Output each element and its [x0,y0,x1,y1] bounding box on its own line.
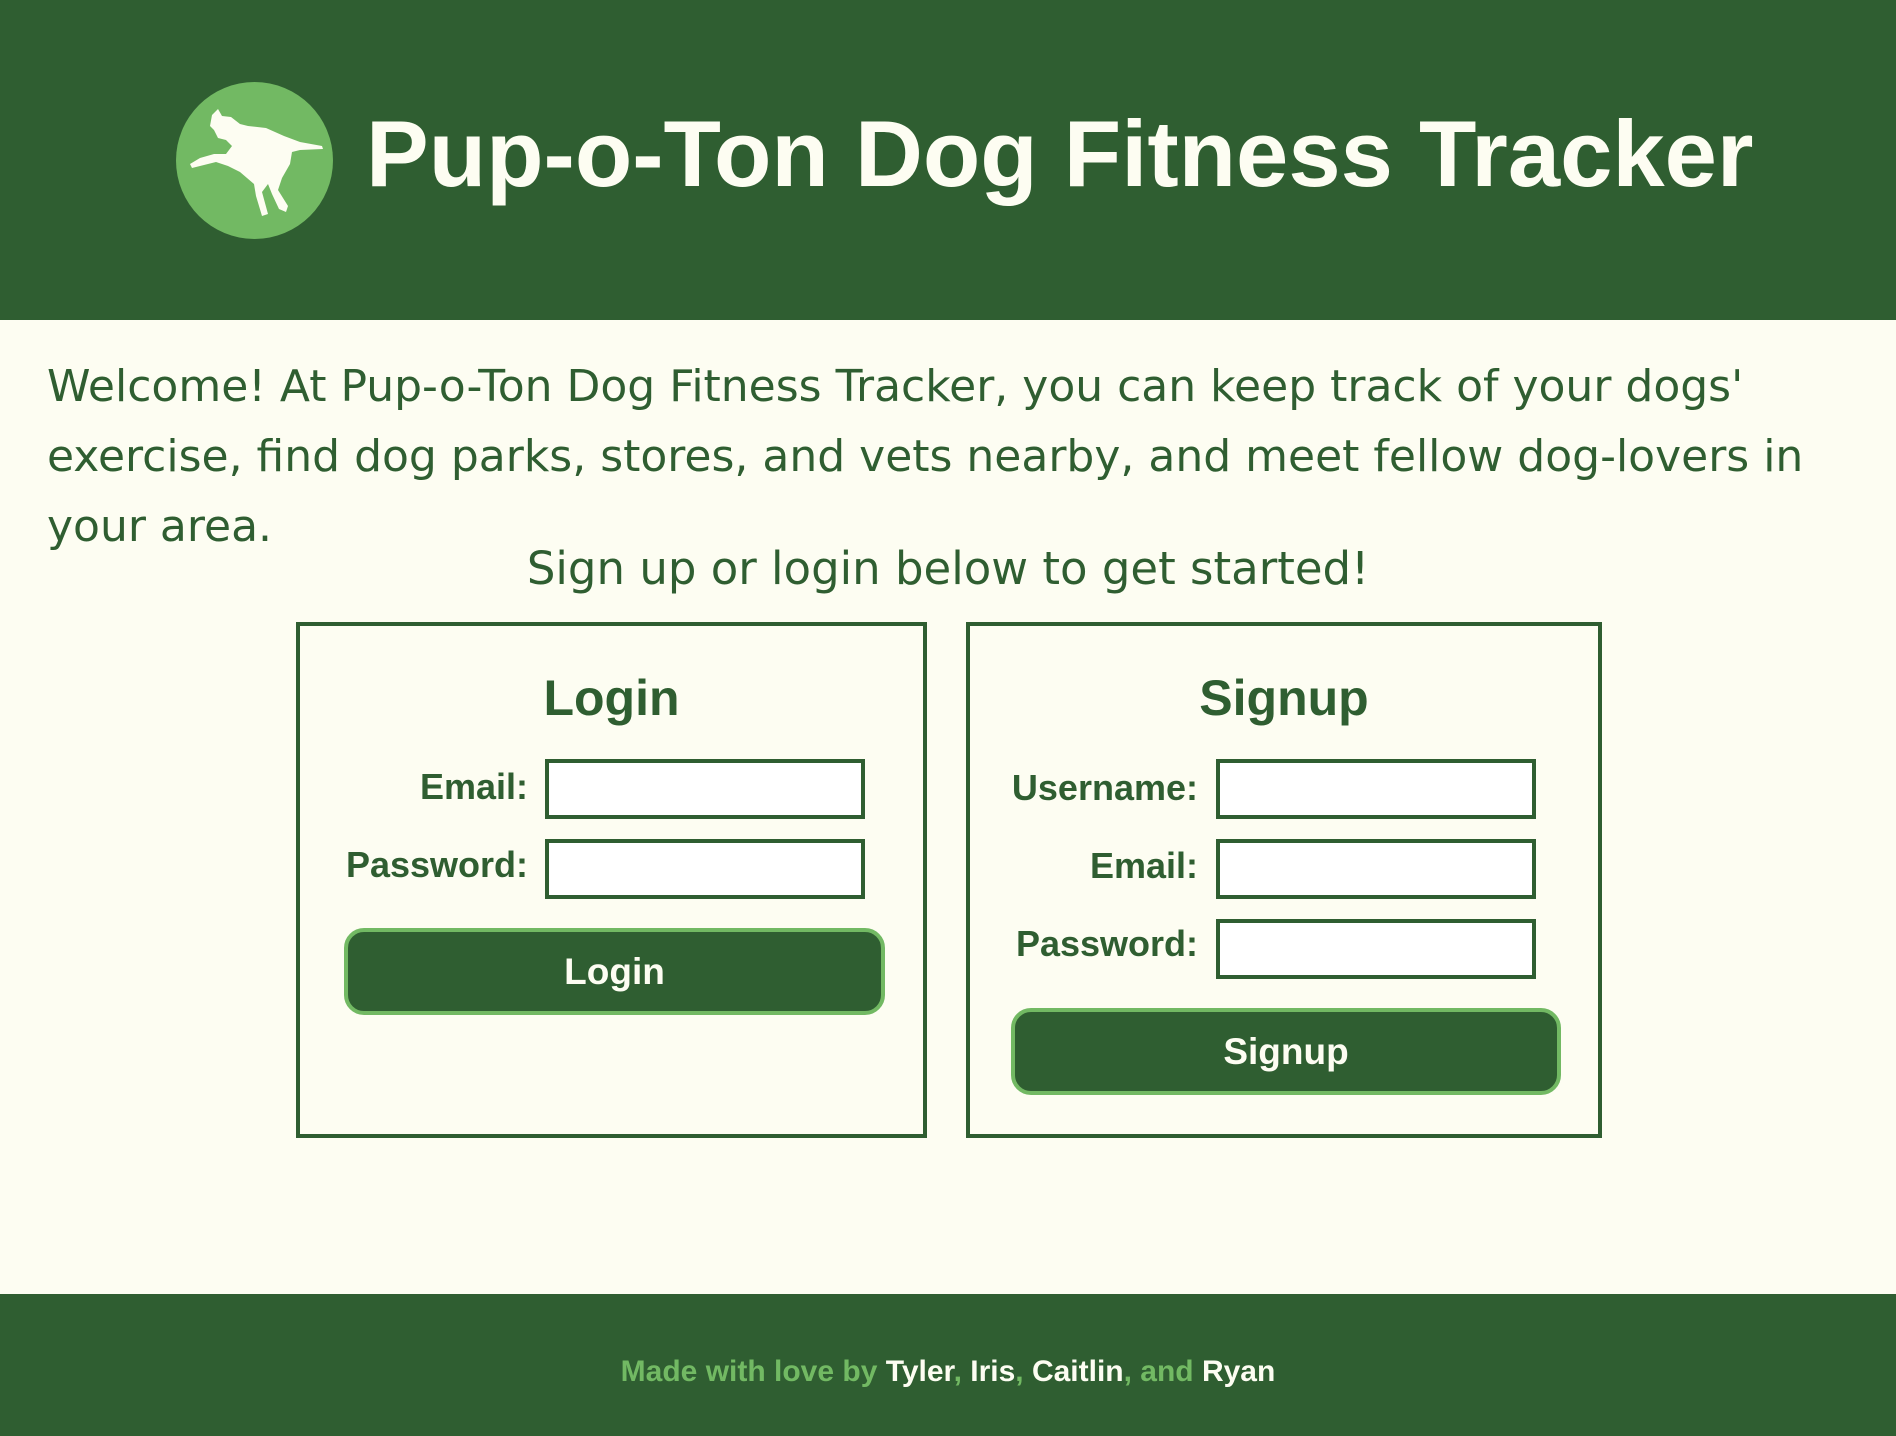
login-password-field[interactable] [545,839,865,899]
signup-email-field[interactable] [1216,839,1536,899]
site-footer: Made with love by Tyler, Iris, Caitlin, … [0,1294,1896,1436]
footer-separator: , [953,1355,971,1388]
signup-password-label: Password: [1015,923,1198,964]
signup-title: Signup [1199,670,1369,726]
signup-password-field[interactable] [1216,919,1536,979]
footer-credits: Made with love by Tyler, Iris, Caitlin, … [0,1352,1896,1392]
login-password-label: Password: [345,844,528,885]
get-started-prompt: Sign up or login below to get started! [526,542,1370,595]
running-dog-icon [176,82,333,239]
login-email-label: Email: [419,766,528,807]
site-title: Pup-o-Ton Dog Fitness Tracker [366,101,1754,206]
signup-username-field[interactable] [1216,759,1536,819]
login-email-field[interactable] [545,759,865,819]
login-button[interactable]: Login [344,928,885,1015]
login-form: Login Email: Password: Login [296,622,927,1138]
signup-username-label: Username: [1011,767,1198,808]
welcome-text: Welcome! At Pup-o-Ton Dog Fitness Tracke… [47,361,1804,552]
footer-author-name: Caitlin [1031,1355,1124,1388]
footer-separator: , and [1123,1355,1202,1388]
login-title: Login [543,670,680,726]
signup-form: Signup Username: Email: Password: Signup [966,622,1602,1138]
site-header: Pup-o-Ton Dog Fitness Tracker [0,0,1896,320]
signup-email-label: Email: [1089,845,1198,886]
page: Pup-o-Ton Dog Fitness Tracker Welcome! A… [0,0,1896,1436]
footer-author-name: Tyler [885,1355,954,1388]
footer-author-name: Iris [970,1355,1016,1388]
footer-author-name: Ryan [1201,1355,1276,1388]
signup-button[interactable]: Signup [1011,1008,1561,1095]
footer-separator: , [1015,1355,1032,1388]
footer-credit-prefix: Made with love by [620,1355,886,1388]
